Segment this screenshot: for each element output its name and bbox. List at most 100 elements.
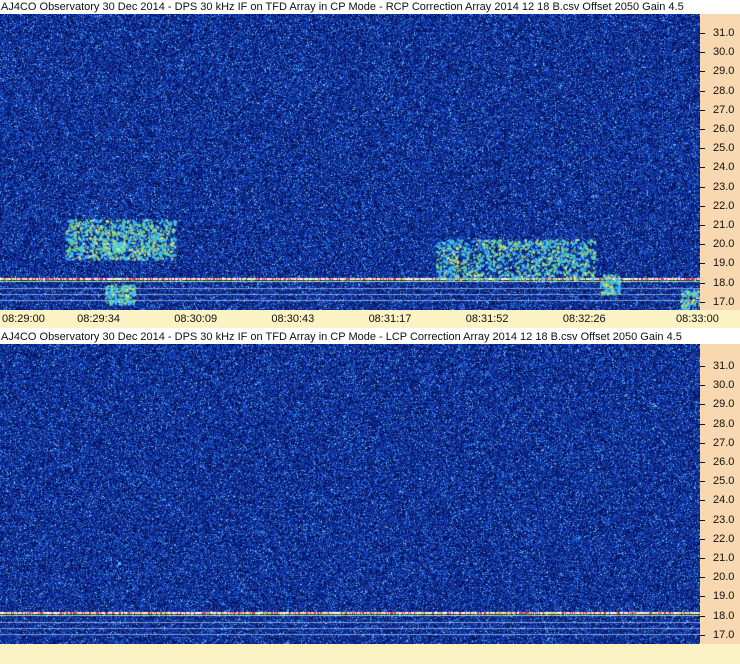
tick-mark <box>700 109 705 111</box>
panel-title: AJ4CO Observatory 30 Dec 2014 - DPS 30 k… <box>0 0 701 14</box>
frequency-tick: 18.0 <box>700 610 740 622</box>
frequency-tick-label: 28.0 <box>713 84 735 97</box>
frequency-tick-label: 19.0 <box>713 257 735 270</box>
tick-mark <box>700 404 705 406</box>
frequency-tick: 20.0 <box>700 571 740 583</box>
tick-mark <box>700 538 705 540</box>
frequency-tick: 17.0 <box>700 296 740 308</box>
frequency-axis-lcp: 31.0 30.0 29.0 28.0 27.0 26.0 25.0 24.0 23.0 22.0… <box>700 344 740 644</box>
frequency-tick: 17.0 <box>700 629 740 641</box>
tick-mark <box>700 148 705 150</box>
frequency-tick: 21.0 <box>700 552 740 564</box>
frequency-tick-label: 31.0 <box>713 27 735 39</box>
frequency-tick-label: 31.0 <box>713 360 735 372</box>
frequency-tick-label: 27.0 <box>713 103 735 116</box>
tick-mark <box>700 205 705 207</box>
tick-mark <box>700 225 705 226</box>
frequency-tick: 25.0 <box>700 142 740 154</box>
frequency-tick-label: 17.0 <box>713 295 735 308</box>
frequency-tick: 28.0 <box>700 85 740 97</box>
frequency-tick: 22.0 <box>700 533 740 545</box>
frequency-tick: 23.0 <box>700 514 740 526</box>
tick-mark <box>700 366 705 367</box>
frequency-tick: 27.0 <box>700 104 740 116</box>
tick-mark <box>700 442 705 444</box>
frequency-tick-label: 28.0 <box>713 417 735 430</box>
frequency-tick-label: 19.0 <box>713 590 735 603</box>
frequency-tick: 27.0 <box>700 437 740 449</box>
frequency-tick-label: 21.0 <box>713 552 735 564</box>
tick-mark <box>700 167 705 169</box>
tick-mark <box>700 282 705 284</box>
frequency-tick: 19.0 <box>700 257 740 269</box>
frequency-tick: 24.0 <box>700 494 740 506</box>
tick-mark <box>700 577 705 579</box>
tick-mark <box>700 462 705 463</box>
frequency-tick-label: 25.0 <box>713 475 735 488</box>
time-tick-label: 08:30:09 <box>174 313 218 325</box>
frequency-tick-label: 27.0 <box>713 436 735 449</box>
frequency-tick: 31.0 <box>700 360 740 372</box>
tick-mark <box>700 615 705 617</box>
tick-mark <box>700 423 705 425</box>
frequency-tick: 18.0 <box>700 277 740 289</box>
spectrogram-panel-lcp: AJ4CO Observatory 30 Dec 2014 - DPS 30 k… <box>0 330 740 664</box>
tick-mark <box>700 244 705 246</box>
frequency-tick: 29.0 <box>700 398 740 410</box>
frequency-axis-rcp: 31.0 30.0 29.0 28.0 27.0 26.0 25.0 24.0 23.0 22.0… <box>700 14 740 310</box>
frequency-tick-label: 18.0 <box>713 276 735 289</box>
tick-mark <box>700 634 705 636</box>
time-tick-label: 08:29:00 <box>2 313 45 325</box>
tick-mark <box>700 519 705 521</box>
tick-mark <box>700 129 705 130</box>
tick-mark <box>700 263 705 265</box>
spectrogram-rcp <box>0 14 700 310</box>
frequency-tick-label: 29.0 <box>713 398 735 411</box>
frequency-tick-label: 24.0 <box>713 161 735 174</box>
frequency-tick: 29.0 <box>700 65 740 77</box>
frequency-tick: 25.0 <box>700 475 740 487</box>
frequency-tick: 30.0 <box>700 46 740 58</box>
frequency-tick: 26.0 <box>700 123 740 135</box>
frequency-tick-label: 20.0 <box>713 571 735 584</box>
spectrogram-canvas-rcp <box>0 14 700 310</box>
tick-mark <box>700 52 705 54</box>
time-tick-label: 08:30:43 <box>271 313 315 325</box>
frequency-tick-label: 30.0 <box>713 379 735 392</box>
time-tick-label: 08:33:00 <box>676 313 719 325</box>
frequency-tick: 28.0 <box>700 418 740 430</box>
tick-mark <box>700 596 705 598</box>
spectrogram-lcp <box>0 344 700 644</box>
frequency-tick-label: 29.0 <box>713 65 735 78</box>
time-tick-label: 08:29:34 <box>77 313 120 325</box>
frequency-tick: 21.0 <box>700 219 740 231</box>
tick-mark <box>700 481 705 483</box>
tick-mark <box>700 500 705 502</box>
frequency-tick-label: 22.0 <box>713 199 735 212</box>
tick-mark <box>700 90 705 92</box>
time-tick-label: 08:31:17 <box>368 313 412 325</box>
frequency-tick: 26.0 <box>700 456 740 468</box>
frequency-tick: 22.0 <box>700 200 740 212</box>
frequency-tick: 24.0 <box>700 161 740 173</box>
time-axis-rcp: 08:29:00 08:29:34 08:30:09 08:30:43 08:31:17… <box>0 310 740 328</box>
tick-mark <box>700 301 705 303</box>
frequency-tick-label: 25.0 <box>713 142 735 155</box>
frequency-tick: 20.0 <box>700 238 740 250</box>
frequency-tick: 31.0 <box>700 27 740 39</box>
time-axis-lcp <box>0 644 740 664</box>
tick-mark <box>700 186 705 188</box>
spectrogram-panel-rcp: AJ4CO Observatory 30 Dec 2014 - DPS 30 k… <box>0 0 740 330</box>
frequency-tick: 23.0 <box>700 181 740 193</box>
tick-mark <box>700 71 705 73</box>
tick-mark <box>700 558 705 559</box>
frequency-tick: 30.0 <box>700 379 740 391</box>
frequency-tick-label: 30.0 <box>713 46 735 59</box>
spectrogram-canvas-lcp <box>0 344 700 644</box>
frequency-tick-label: 20.0 <box>713 238 735 251</box>
time-tick-label: 08:31:52 <box>465 313 509 325</box>
frequency-tick: 19.0 <box>700 590 740 602</box>
frequency-tick-label: 22.0 <box>713 532 735 545</box>
tick-mark <box>700 33 705 34</box>
frequency-tick-label: 26.0 <box>713 123 735 135</box>
